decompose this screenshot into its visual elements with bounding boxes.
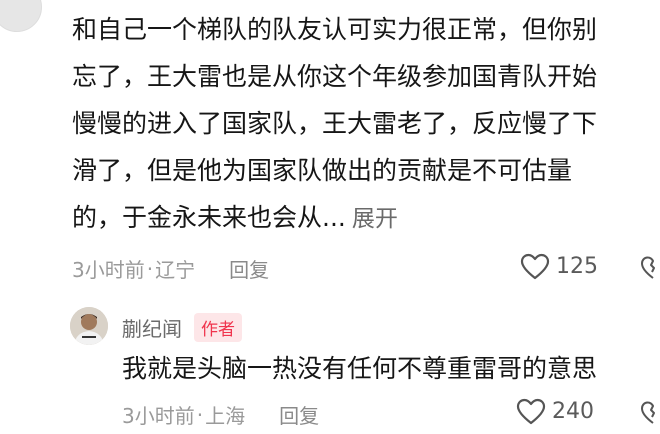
reply-button[interactable]: 回复 (279, 400, 319, 429)
comment-line: 的，于金永未来也会从... 展开 (72, 194, 652, 243)
comment-line: 滑了，但是他为国家队做出的贡献是不可估量 (72, 156, 573, 185)
comment-line: 和自己一个梯队的队友认可实力很正常，但你别 (72, 15, 598, 44)
broken-heart-icon[interactable] (640, 400, 660, 426)
expand-link[interactable]: 展开 (352, 206, 398, 232)
like-count: 125 (556, 254, 598, 279)
comment-line: 慢慢的进入了国家队，王大雷老了，反应慢了下 (72, 109, 598, 138)
heart-icon (520, 253, 550, 280)
comment-location: 辽宁 (155, 258, 196, 282)
reply-button[interactable]: 回复 (229, 254, 269, 283)
commenter-avatar[interactable] (0, 0, 42, 32)
like-count: 240 (552, 399, 594, 424)
person-photo-icon (70, 307, 108, 345)
reply-body: 我就是头脑一热没有任何不尊重雷哥的意思 (122, 354, 598, 383)
comment-thread: 和自己一个梯队的队友认可实力很正常，但你别 忘了，王大雷也是从你这个年级参加国青… (0, 0, 660, 434)
reply-time: 3小时前 (122, 404, 195, 428)
meta-separator: · (146, 256, 154, 281)
comment-body: 和自己一个梯队的队友认可实力很正常，但你别 忘了，王大雷也是从你这个年级参加国青… (72, 6, 652, 243)
like-button[interactable]: 240 (516, 398, 594, 425)
comment-line-text: 的，于金永未来也会从... (72, 203, 346, 232)
comment-meta: 3小时前 · 辽宁 回复 (72, 254, 269, 283)
comment-time: 3小时前 (72, 258, 145, 282)
reply-location: 上海 (205, 404, 246, 428)
comment-line: 忘了，王大雷也是从你这个年级参加国青队开始 (72, 62, 598, 91)
like-button[interactable]: 125 (520, 253, 598, 280)
author-avatar[interactable] (70, 307, 108, 345)
broken-heart-icon[interactable] (640, 255, 660, 281)
heart-icon (516, 398, 546, 425)
meta-separator: · (196, 402, 204, 427)
author-name[interactable]: 蒯纪闻 (122, 313, 182, 342)
reply-header: 蒯纪闻 作者 (122, 313, 242, 342)
author-badge: 作者 (194, 313, 242, 342)
reply-meta: 3小时前 · 上海 回复 (122, 400, 319, 429)
